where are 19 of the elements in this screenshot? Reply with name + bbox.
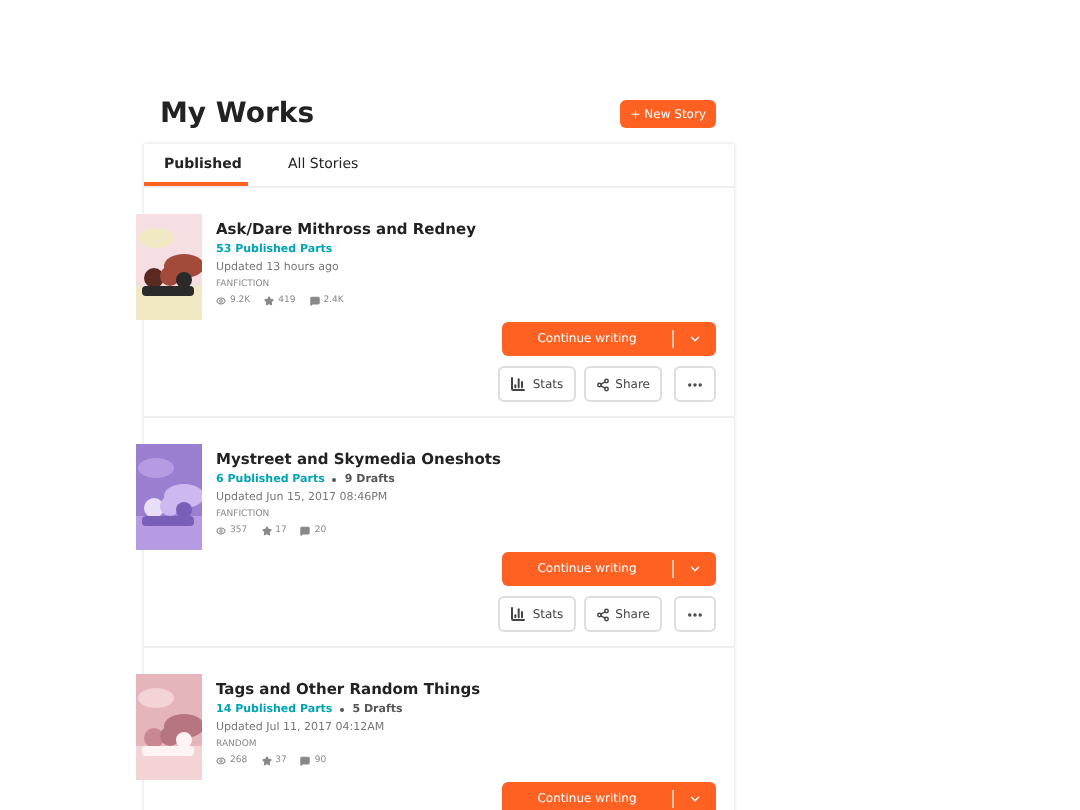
caret-icon[interactable] — [688, 332, 702, 346]
star-icon — [261, 526, 272, 536]
caret-icon[interactable] — [688, 792, 702, 806]
comment-icon — [300, 756, 311, 766]
star-icon — [261, 756, 272, 766]
comment-icon — [309, 296, 320, 306]
more-button[interactable] — [674, 366, 716, 402]
bar-chart-icon — [510, 376, 527, 392]
comment-icon — [300, 526, 311, 536]
page-title: My Works — [160, 98, 315, 130]
bar-chart-icon — [510, 606, 527, 622]
eye-icon — [216, 296, 226, 306]
eye-icon — [216, 526, 226, 536]
caret-icon[interactable] — [688, 562, 702, 576]
star-icon — [264, 296, 275, 306]
share-icon — [595, 607, 610, 621]
eye-icon — [216, 756, 226, 766]
more-button[interactable] — [674, 596, 716, 632]
share-icon — [595, 377, 610, 391]
